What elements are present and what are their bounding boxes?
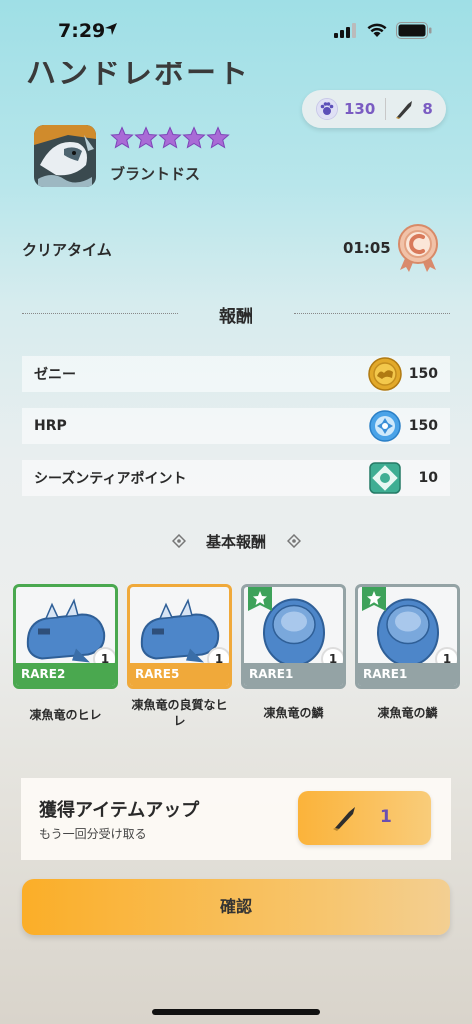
star-icon	[134, 126, 158, 149]
new-star-badge-icon	[362, 587, 386, 611]
basic-rewards-title: 基本報酬	[205, 533, 266, 551]
status-bar: 7:29	[0, 0, 472, 56]
currency-pill[interactable]: 130 8	[302, 90, 446, 128]
season-tier-icon	[369, 462, 401, 494]
item-name: 凍魚竜のヒレ	[29, 708, 102, 722]
rarity-label: RARE5	[130, 663, 229, 686]
knife-count-value: 8	[422, 100, 433, 118]
pill-divider	[385, 98, 387, 120]
location-arrow-icon	[105, 23, 117, 35]
reward-item-card[interactable]: 1 RARE5	[127, 584, 232, 689]
rewards-header: 報酬	[22, 300, 450, 327]
home-indicator[interactable]	[152, 1009, 320, 1015]
new-star-badge-icon	[248, 587, 272, 611]
reward-item-card[interactable]: 1 RARE1	[241, 584, 346, 689]
reward-item-card[interactable]: 1 RARE2	[13, 584, 118, 689]
clear-time-label: クリアタイム	[22, 241, 112, 259]
rarity-label: RARE1	[244, 663, 343, 686]
item-name: 凍魚竜の鱗	[377, 706, 438, 720]
status-time: 7:29	[58, 20, 106, 42]
item-name: 凍魚竜の鱗	[263, 706, 324, 720]
knife-icon	[396, 101, 413, 119]
knife-icon	[333, 807, 355, 831]
reward-value: 150	[408, 418, 438, 434]
reward-label: HRP	[34, 418, 67, 434]
bonus-title: 獲得アイテムアップ	[39, 800, 200, 821]
star-icon	[182, 126, 206, 149]
monster-portrait	[34, 125, 96, 187]
paw-icon	[316, 98, 338, 120]
reward-item-card[interactable]: 1 RARE1	[355, 584, 460, 689]
rarity-label: RARE2	[16, 663, 115, 686]
reward-row-hrp: HRP 150	[22, 408, 450, 444]
monster-name: ブラントドス	[110, 165, 201, 183]
bonus-subtitle: もう一回分受け取る	[39, 827, 147, 841]
reward-row-season-tier: シーズンティアポイント 10	[22, 460, 450, 496]
star-icon	[158, 126, 182, 149]
reward-value: 10	[418, 470, 438, 486]
reward-label: シーズンティアポイント	[34, 471, 187, 487]
reward-row-zenny: ゼニー 150	[22, 356, 450, 392]
wifi-icon	[367, 23, 387, 37]
hrp-icon	[369, 410, 401, 442]
clear-time-value: 01:05	[343, 239, 391, 257]
reward-value: 150	[408, 366, 438, 382]
reward-label: ゼニー	[34, 367, 76, 383]
star-rating	[110, 126, 230, 150]
diamond-ornament-icon	[287, 534, 301, 548]
star-icon	[110, 126, 134, 149]
item-bonus-panel: 獲得アイテムアップ もう一回分受け取る 1	[21, 778, 451, 860]
rewards-title: 報酬	[219, 307, 253, 327]
rarity-label: RARE1	[358, 663, 457, 686]
item-name: 凍魚竜の良質なヒレ	[131, 698, 228, 728]
rank-medal-icon	[398, 224, 438, 272]
zenny-coin-icon	[368, 357, 402, 391]
cellular-signal-icon	[334, 23, 356, 38]
battery-icon	[396, 22, 432, 39]
paw-points-value: 130	[344, 100, 376, 118]
confirm-button[interactable]: 確認	[22, 879, 450, 935]
star-icon	[206, 126, 230, 149]
bonus-count: 1	[380, 807, 392, 827]
bonus-claim-button[interactable]: 1	[298, 791, 431, 845]
divider-line	[294, 313, 450, 314]
